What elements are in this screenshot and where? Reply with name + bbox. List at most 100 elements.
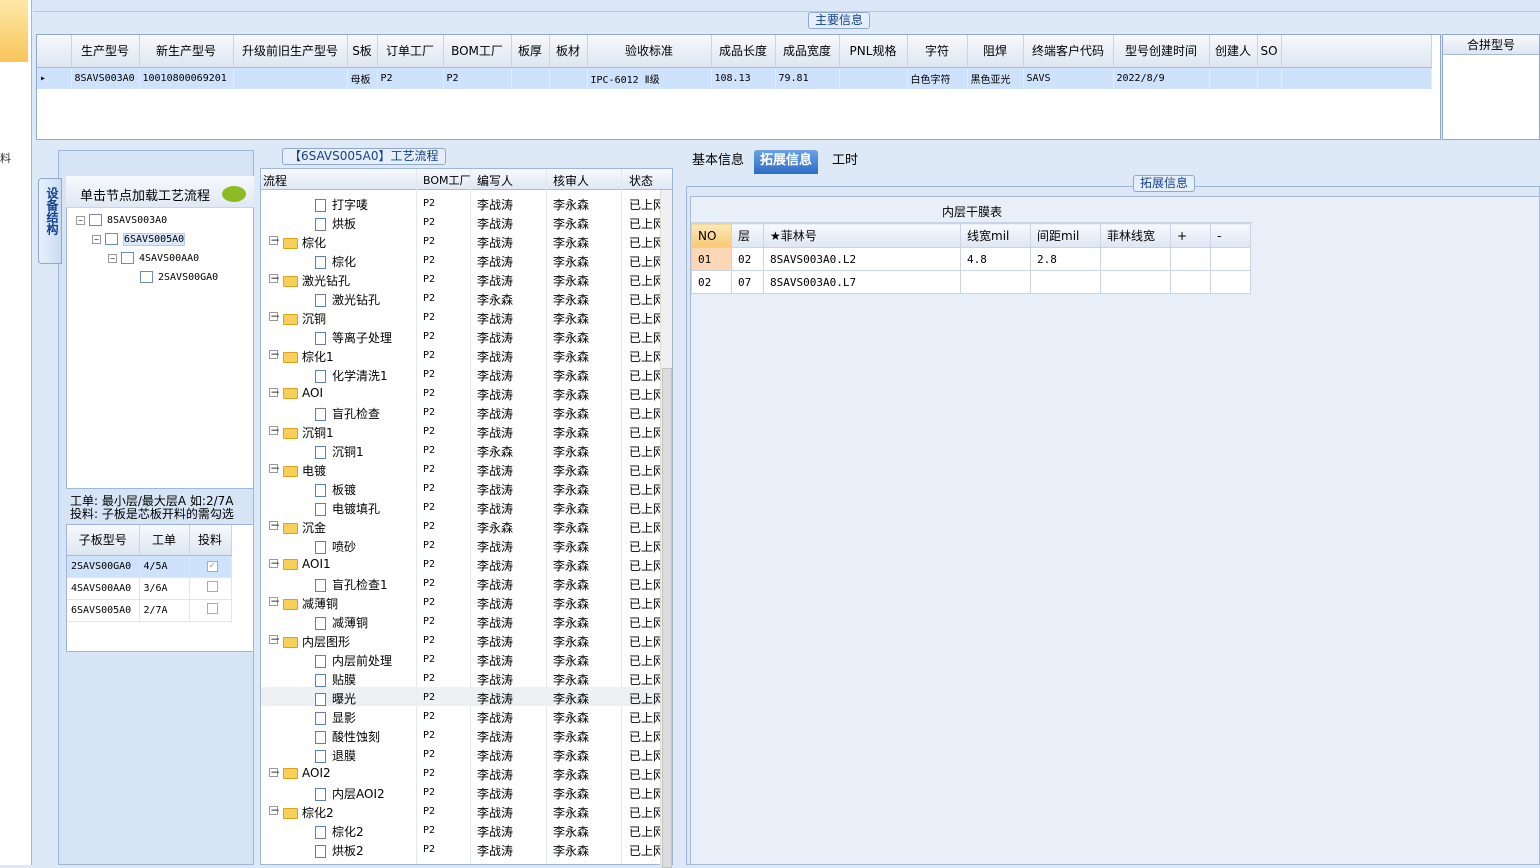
collapse-icon[interactable]: − — [269, 234, 280, 246]
main-info-row[interactable]: ▸ 8SAVS003A0 10010800069201 母板 P2 P2 IPC-6012 … — [37, 67, 1432, 89]
collapse-icon[interactable]: − — [269, 272, 280, 284]
collapse-icon[interactable]: − — [269, 557, 280, 569]
film-cell[interactable]: 4.8 — [960, 247, 1031, 271]
tree-node[interactable]: 2SAVS00GA0 — [140, 271, 218, 283]
film-col-header[interactable]: - — [1210, 223, 1251, 248]
sub-model-cell[interactable]: 2SAVS00GA0 — [67, 555, 140, 578]
tree-node-selected[interactable]: −6SAVS005A0 — [92, 233, 186, 246]
flow-row[interactable]: AOI − P2 李战涛 李永森 已上网 — [261, 383, 665, 402]
film-cell[interactable]: 02 — [731, 247, 764, 271]
feed-checkbox[interactable] — [206, 581, 218, 592]
film-cell[interactable] — [1100, 270, 1171, 294]
col-header[interactable]: 字符 — [907, 35, 968, 68]
flow-row[interactable]: 烘板2 P2 李战涛 李永森 已上网 — [261, 839, 665, 858]
film-col-header[interactable]: ★菲林号 — [763, 223, 961, 248]
collapse-icon[interactable]: − — [269, 595, 280, 607]
cell[interactable]: SAVS — [1023, 67, 1114, 89]
flow-row[interactable]: 棕化2− P2 李战涛 李永森 已上网 — [261, 801, 665, 820]
flow-row[interactable]: 沉铜1− P2 李战涛 李永森 已上网 — [261, 421, 665, 440]
flow-row[interactable]: 化学清洗1 P2 李战涛 李永森 已上网 — [261, 364, 665, 383]
flow-row[interactable]: 烘板 P2 李战涛 李永森 已上网 — [261, 212, 665, 231]
col-header[interactable]: 新生产型号 — [139, 35, 234, 68]
col-header[interactable]: 板厚 — [511, 35, 550, 68]
collapse-icon[interactable]: − — [76, 215, 85, 225]
col-header[interactable]: S板 — [347, 35, 378, 68]
tab-extended-info[interactable]: 拓展信息 — [754, 150, 819, 174]
cell[interactable] — [1257, 67, 1282, 89]
flow-row[interactable]: 贴膜 P2 李战涛 李永森 已上网 — [261, 668, 665, 687]
cell[interactable] — [1209, 67, 1258, 89]
sub-model-cell[interactable]: 4SAVS00AA0 — [67, 577, 140, 600]
tab-work-hours[interactable]: 工时 — [826, 150, 864, 174]
cell[interactable]: 白色字符 — [907, 67, 968, 89]
col-header[interactable]: 创建人 — [1209, 35, 1258, 68]
flow-row[interactable]: 打字唛 P2 李战涛 李永森 已上网 — [261, 193, 665, 212]
film-cell[interactable]: 8SAVS003A0.L7 — [763, 270, 961, 294]
col-header[interactable]: 成品宽度 — [775, 35, 840, 68]
sub-board-row[interactable]: 6SAVS005A0 2/7A — [67, 599, 232, 622]
film-cell[interactable] — [1030, 270, 1101, 294]
order-cell[interactable]: 2/7A — [139, 599, 190, 622]
flow-row[interactable]: 减薄铜 P2 李战涛 李永森 已上网 — [261, 611, 665, 630]
flow-row[interactable]: 内层AOI2 P2 李战涛 李永森 已上网 — [261, 782, 665, 801]
cell[interactable]: 母板 — [347, 67, 378, 89]
cell[interactable]: 108.13 — [711, 67, 776, 89]
film-cell[interactable] — [1210, 247, 1251, 271]
collapse-icon[interactable]: − — [92, 234, 101, 244]
flow-row[interactable]: AOI2− P2 李战涛 李永森 已上网 — [261, 763, 665, 782]
film-row[interactable]: 01 02 8SAVS003A0.L2 4.8 2.8 — [691, 247, 1251, 271]
scrollbar-thumb[interactable] — [662, 368, 672, 868]
collapse-icon[interactable]: − — [269, 462, 280, 474]
sub-model-cell[interactable]: 6SAVS005A0 — [67, 599, 140, 622]
flow-row[interactable]: 沉铜1 P2 李永森 李永森 已上网 — [261, 440, 665, 459]
flow-row[interactable]: 棕化 P2 李战涛 李永森 已上网 — [261, 250, 665, 269]
flow-row[interactable]: 沉铜 − P2 李战涛 李永森 已上网 — [261, 307, 665, 326]
cell[interactable] — [511, 67, 550, 89]
film-col-header[interactable]: + — [1170, 223, 1211, 248]
col-header[interactable]: 型号创建时间 — [1113, 35, 1210, 68]
col-header[interactable]: 阻焊 — [967, 35, 1024, 68]
collapse-icon[interactable]: − — [269, 633, 280, 645]
collapse-icon[interactable]: − — [269, 348, 280, 360]
col-header[interactable]: BOM工厂 — [443, 35, 512, 68]
tab-basic-info[interactable]: 基本信息 — [686, 150, 750, 174]
film-cell[interactable] — [1210, 270, 1251, 294]
flow-row[interactable]: 激光钻孔 − P2 李战涛 李永森 已上网 — [261, 269, 665, 288]
film-cell[interactable] — [1170, 270, 1211, 294]
flow-row[interactable]: 曝光 P2 李战涛 李永森 已上网 — [261, 687, 665, 706]
film-col-header[interactable]: 菲林线宽 — [1100, 223, 1171, 248]
collapse-icon[interactable]: − — [269, 804, 280, 816]
cell[interactable]: P2 — [377, 67, 444, 89]
collapse-icon[interactable]: − — [269, 424, 280, 436]
feed-checkbox[interactable]: ✓ — [206, 561, 218, 572]
cell[interactable]: 8SAVS003A0 — [71, 67, 140, 89]
film-cell[interactable]: 01 — [691, 247, 732, 271]
col-header[interactable]: 订单工厂 — [377, 35, 444, 68]
collapse-icon[interactable]: − — [108, 253, 117, 263]
feed-checkbox[interactable] — [206, 603, 218, 614]
cell[interactable]: 2022/8/9 — [1113, 67, 1210, 89]
cell[interactable]: 79.81 — [775, 67, 840, 89]
film-col-header[interactable]: 层 — [731, 223, 764, 248]
tree-node[interactable]: −4SAVS00AA0 — [108, 252, 199, 264]
flow-row[interactable]: 减薄铜 − P2 李战涛 李永森 已上网 — [261, 592, 665, 611]
order-cell[interactable]: 3/6A — [139, 577, 190, 600]
col-header[interactable]: 验收标准 — [587, 35, 712, 68]
flow-row[interactable]: 电镀 − P2 李战涛 李永森 已上网 — [261, 459, 665, 478]
flow-row[interactable]: 内层前处理 P2 李战涛 李永森 已上网 — [261, 649, 665, 668]
flow-row[interactable]: 电镀填孔 P2 李战涛 李永森 已上网 — [261, 497, 665, 516]
flow-row[interactable]: 喷砂 P2 李战涛 李永森 已上网 — [261, 535, 665, 554]
film-cell[interactable]: 2.8 — [1030, 247, 1101, 271]
film-cell[interactable]: 8SAVS003A0.L2 — [763, 247, 961, 271]
order-cell[interactable]: 4/5A — [139, 555, 190, 578]
cell[interactable]: P2 — [443, 67, 512, 89]
collapse-icon[interactable]: − — [269, 386, 280, 398]
flow-row[interactable]: 棕化1− P2 李战涛 李永森 已上网 — [261, 345, 665, 364]
col-header[interactable]: 升级前旧生产型号 — [233, 35, 348, 68]
flow-row[interactable]: 酸性蚀刻 P2 李战涛 李永森 已上网 — [261, 725, 665, 744]
col-header[interactable]: SO — [1257, 35, 1282, 68]
film-cell[interactable]: 07 — [731, 270, 764, 294]
film-row[interactable]: 02 07 8SAVS003A0.L7 — [691, 270, 1251, 294]
cell[interactable]: 10010800069201 — [139, 67, 234, 89]
cell[interactable] — [549, 67, 588, 89]
